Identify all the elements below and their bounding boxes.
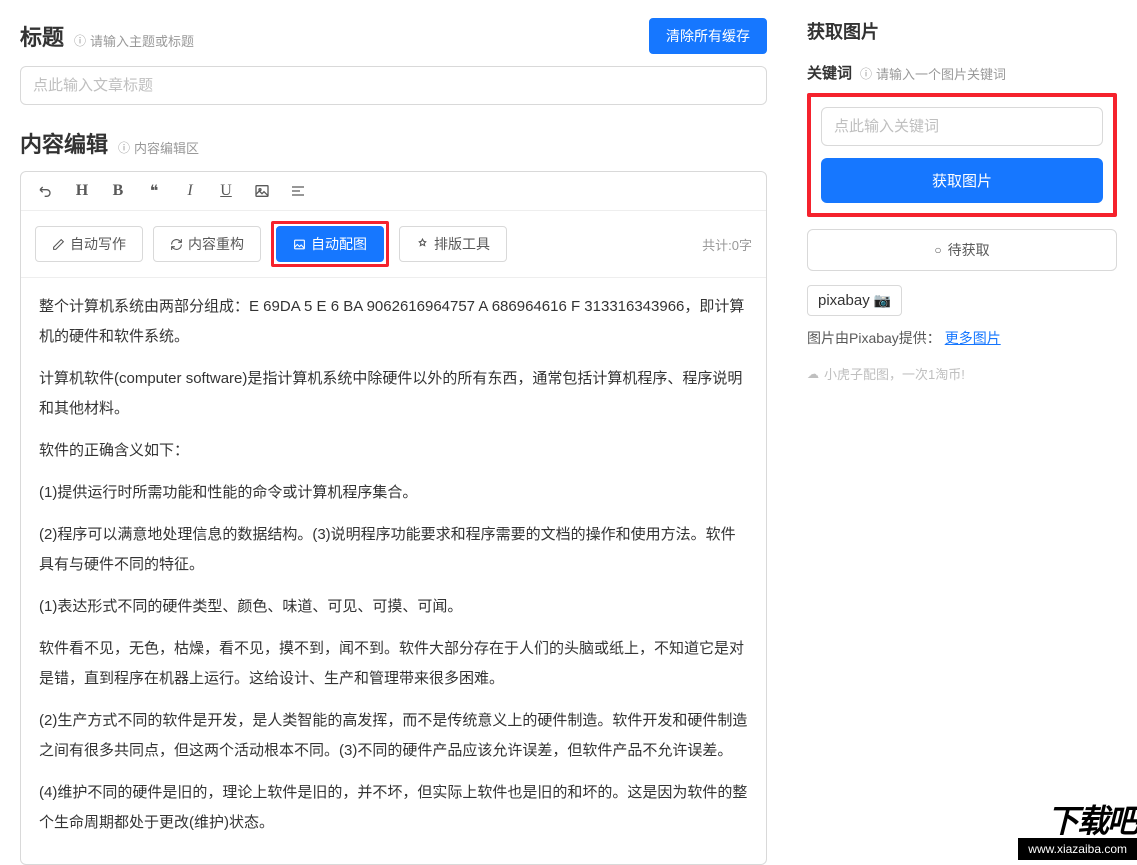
clear-cache-button[interactable]: 清除所有缓存 (649, 18, 767, 54)
article-title-input[interactable] (20, 66, 767, 105)
fetch-image-title: 获取图片 (807, 18, 1117, 44)
editor-format-toolbar: H B ❝ I U (21, 172, 766, 211)
heading-icon[interactable]: H (71, 180, 93, 202)
quote-icon[interactable]: ❝ (143, 180, 165, 202)
word-count: 共计:0字 (702, 235, 752, 254)
editor-paragraph: 软件看不见，无色，枯燥，看不见，摸不到，闻不到。软件大部分存在于人们的头脑或纸上… (39, 634, 748, 694)
editor-paragraph: (1)表达形式不同的硬件类型、颜色、味道、可见、可摸、可闻。 (39, 592, 748, 622)
content-edit-label: 内容编辑 (20, 127, 108, 159)
content-edit-hint: 内容编辑区 (118, 138, 199, 157)
undo-icon[interactable] (35, 180, 57, 202)
layout-tool-label: 排版工具 (434, 234, 490, 254)
editor-content-area[interactable]: 整个计算机系统由两部分组成：E 69DA 5 E 6 BA 9062616964… (21, 278, 766, 864)
align-icon[interactable] (287, 180, 309, 202)
layout-tool-button[interactable]: 排版工具 (399, 226, 507, 262)
fetch-image-button[interactable]: 获取图片 (821, 158, 1103, 203)
auto-image-label: 自动配图 (311, 234, 367, 254)
editor-paragraph: (2)程序可以满意地处理信息的数据结构。(3)说明程序功能要求和程序需要的文档的… (39, 520, 748, 580)
watermark-url: www.xiazaiba.com (1018, 838, 1137, 860)
image-icon[interactable] (251, 180, 273, 202)
editor-paragraph: 计算机软件(computer software)是指计算机系统中除硬件以外的所有… (39, 364, 748, 424)
auto-write-button[interactable]: 自动写作 (35, 226, 143, 262)
editor-paragraph: (4)维护不同的硬件是旧的，理论上软件是旧的，并不坏，但实际上软件也是旧的和坏的… (39, 778, 748, 838)
auto-image-button[interactable]: 自动配图 (276, 226, 384, 262)
restructure-button[interactable]: 内容重构 (153, 226, 261, 262)
title-hint: 请输入主题或标题 (74, 31, 194, 50)
editor-paragraph: 整个计算机系统由两部分组成：E 69DA 5 E 6 BA 9062616964… (39, 292, 748, 352)
footer-note: 小虎子配图，一次1淘币! (807, 364, 1117, 383)
pixabay-logo: pixabay 📷 (807, 285, 902, 316)
title-header: 标题 请输入主题或标题 清除所有缓存 (20, 18, 767, 54)
editor-paragraph: 软件的正确含义如下： (39, 436, 748, 466)
editor-paragraph: (2)生产方式不同的软件是开发，是人类智能的高发挥，而不是传统意义上的硬件制造。… (39, 706, 748, 766)
waiting-label: 待获取 (948, 240, 990, 260)
keyword-input[interactable] (821, 107, 1103, 146)
credit-line: 图片由Pixabay提供： 更多图片 (807, 328, 1117, 348)
camera-icon: 📷 (874, 292, 891, 309)
editor-action-row: 自动写作 内容重构 自动配图 (21, 211, 766, 278)
title-label: 标题 (20, 20, 64, 52)
watermark-logo: 下载吧 (1047, 796, 1137, 842)
underline-icon[interactable]: U (215, 180, 237, 202)
keyword-hint: 请输入一个图片关键词 (860, 64, 1006, 83)
editor-box: H B ❝ I U 自动写作 (20, 171, 767, 865)
restructure-label: 内容重构 (188, 234, 244, 254)
italic-icon[interactable]: I (179, 180, 201, 202)
waiting-button[interactable]: 待获取 (807, 229, 1117, 271)
editor-paragraph: (1)提供运行时所需功能和性能的命令或计算机程序集合。 (39, 478, 748, 508)
auto-image-highlight: 自动配图 (271, 221, 389, 267)
keyword-label: 关键词 (807, 62, 852, 83)
keyword-highlight-box: 获取图片 (807, 93, 1117, 217)
more-images-link[interactable]: 更多图片 (945, 330, 1001, 346)
auto-write-label: 自动写作 (70, 234, 126, 254)
bold-icon[interactable]: B (107, 180, 129, 202)
